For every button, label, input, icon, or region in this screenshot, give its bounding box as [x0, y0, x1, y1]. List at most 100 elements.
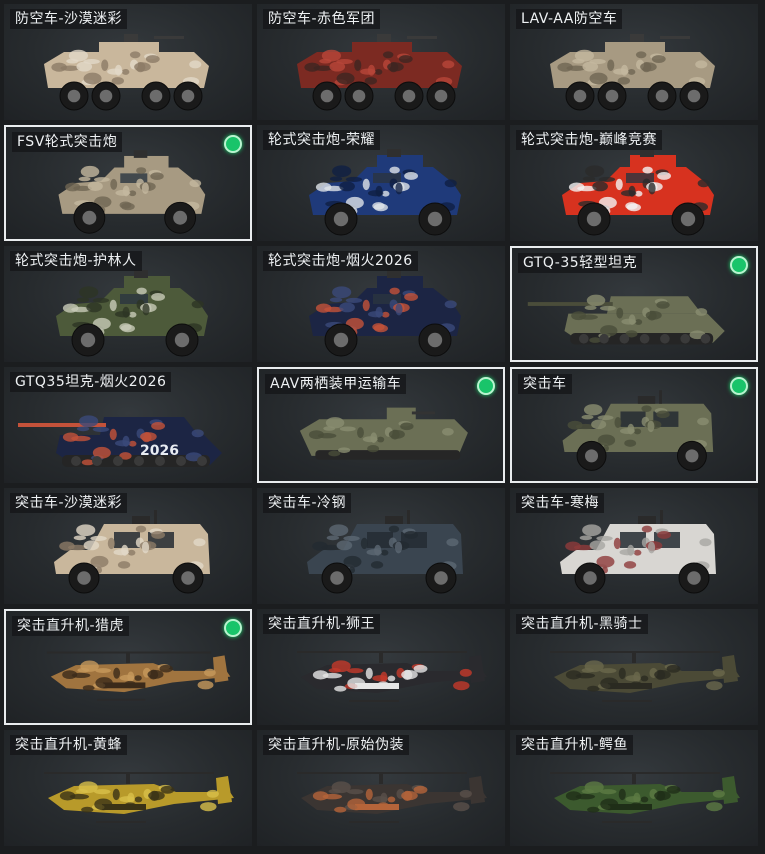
- camo-patch: [377, 681, 390, 689]
- camo-patch: [387, 796, 396, 803]
- vehicle-name: 轮式突击炮-荣耀: [263, 130, 381, 150]
- camo-patch: [654, 670, 671, 680]
- camo-patch: [329, 61, 346, 72]
- heli-vehicle: [46, 651, 231, 701]
- camo-patch: [367, 190, 384, 197]
- vehicle-name: 突击直升机-猎虎: [12, 616, 130, 636]
- vehicle-name: 突击车-沙漠迷彩: [10, 493, 128, 513]
- vehicle-card[interactable]: 突击直升机-黄蜂: [4, 730, 252, 846]
- vehicle-card[interactable]: 突击直升机-原始伪装: [257, 730, 505, 846]
- vehicle-card[interactable]: 突击直升机-猎虎: [4, 609, 252, 725]
- camo-patch: [189, 60, 202, 69]
- camo-patch: [51, 62, 67, 72]
- camo-patch: [613, 537, 621, 550]
- mrap-turret: [132, 516, 150, 524]
- vehicle-card[interactable]: 2026 GTQ35坦克-烟火2026: [4, 367, 252, 483]
- vehicle-card[interactable]: 突击车-沙漠迷彩: [4, 488, 252, 604]
- vehicle-card[interactable]: 轮式突击炮-烟火2026: [257, 246, 505, 362]
- camo-patch: [315, 303, 332, 313]
- camo-patch: [127, 549, 136, 556]
- camo-patch: [598, 176, 616, 182]
- camo-patch: [94, 798, 113, 811]
- vehicle-card[interactable]: 轮式突击炮-荣耀: [257, 125, 505, 241]
- camo-patch: [585, 165, 605, 178]
- camo-patch: [712, 789, 725, 798]
- vehicle-card[interactable]: 突击直升机-鳄鱼: [510, 730, 758, 846]
- camo-patch: [329, 297, 343, 303]
- vehicle-card[interactable]: LAV-AA防空车: [510, 4, 758, 120]
- vehicle-card[interactable]: GTQ-35轻型坦克: [510, 246, 758, 362]
- wheel-hub: [149, 89, 163, 103]
- camo-patch: [597, 415, 614, 421]
- camo-patch: [582, 61, 599, 72]
- camo-patch: [134, 62, 151, 72]
- camo-patch: [370, 561, 384, 569]
- camo-patch: [367, 445, 380, 453]
- camo-patch: [332, 286, 352, 299]
- camo-patch: [404, 172, 418, 180]
- fsv-sight: [134, 270, 148, 278]
- camo-patch: [94, 789, 111, 795]
- vehicle-card[interactable]: AAV两栖装甲运输车: [257, 367, 505, 483]
- camo-patch: [618, 667, 626, 680]
- camo-patch: [706, 681, 723, 691]
- vehicle-card[interactable]: FSV轮式突击炮: [4, 125, 252, 241]
- camo-patch: [109, 299, 117, 312]
- wheel-hub: [77, 571, 91, 585]
- vehicle-card[interactable]: 轮式突击炮-巅峰竞赛: [510, 125, 758, 241]
- road-wheel: [197, 456, 207, 466]
- camo-patch: [328, 450, 341, 457]
- vehicle-name: 突击车: [518, 374, 572, 394]
- camo-patch: [633, 549, 642, 556]
- camo-patch: [113, 549, 129, 556]
- road-wheel: [71, 456, 81, 466]
- camo-patch: [65, 182, 81, 192]
- vehicle-name: 轮式突击炮-烟火2026: [263, 251, 418, 271]
- camo-patch: [453, 681, 470, 691]
- camo-patch: [345, 176, 363, 182]
- camo-patch: [633, 428, 642, 435]
- camo-patch: [630, 681, 643, 689]
- vehicle-card[interactable]: 防空车-沙漠迷彩: [4, 4, 252, 120]
- camo-patch: [565, 670, 582, 680]
- camo-patch: [347, 677, 366, 690]
- equipped-indicator-icon: [730, 256, 748, 274]
- vehicle-card[interactable]: 突击车-寒梅: [510, 488, 758, 604]
- vehicle-card[interactable]: 突击直升机-狮王: [257, 609, 505, 725]
- camo-patch: [380, 549, 389, 556]
- camo-patch: [336, 72, 355, 85]
- rotor-mast: [632, 772, 636, 784]
- camo-patch: [627, 68, 636, 75]
- vehicle-name: FSV轮式突击炮: [12, 132, 123, 152]
- camo-patch: [151, 422, 165, 430]
- mrap-window: [620, 411, 646, 427]
- camo-patch: [626, 203, 641, 212]
- vehicle-card[interactable]: 突击直升机-黑骑士: [510, 609, 758, 725]
- wheel-hub: [82, 210, 97, 225]
- camo-patch: [159, 664, 173, 673]
- camo-patch: [362, 299, 370, 312]
- vehicle-card[interactable]: 突击车-冷钢: [257, 488, 505, 604]
- camo-patch: [79, 415, 99, 428]
- camo-patch: [312, 541, 328, 551]
- apc-gun: [660, 36, 690, 39]
- vehicle-card[interactable]: 突击车: [510, 367, 758, 483]
- equipped-indicator-icon: [224, 619, 242, 637]
- camo-patch: [134, 796, 143, 803]
- camo-patch: [372, 796, 388, 803]
- vehicle-name: 轮式突击炮-护林人: [10, 251, 142, 271]
- camo-patch: [657, 172, 671, 180]
- camo-patch: [329, 524, 349, 537]
- apc-vehicle: [550, 34, 715, 111]
- road-wheel: [680, 333, 690, 344]
- camo-patch: [357, 427, 364, 439]
- camo-patch: [119, 796, 135, 803]
- mrap-turret: [385, 516, 403, 524]
- vehicle-card[interactable]: 防空车-赤色军团: [257, 4, 505, 120]
- camo-patch: [332, 165, 352, 178]
- camo-patch: [109, 428, 117, 441]
- camo-patch: [339, 426, 356, 432]
- vehicle-card[interactable]: 轮式突击炮-护林人: [4, 246, 252, 362]
- camo-patch: [624, 439, 637, 447]
- camo-patch: [613, 68, 629, 75]
